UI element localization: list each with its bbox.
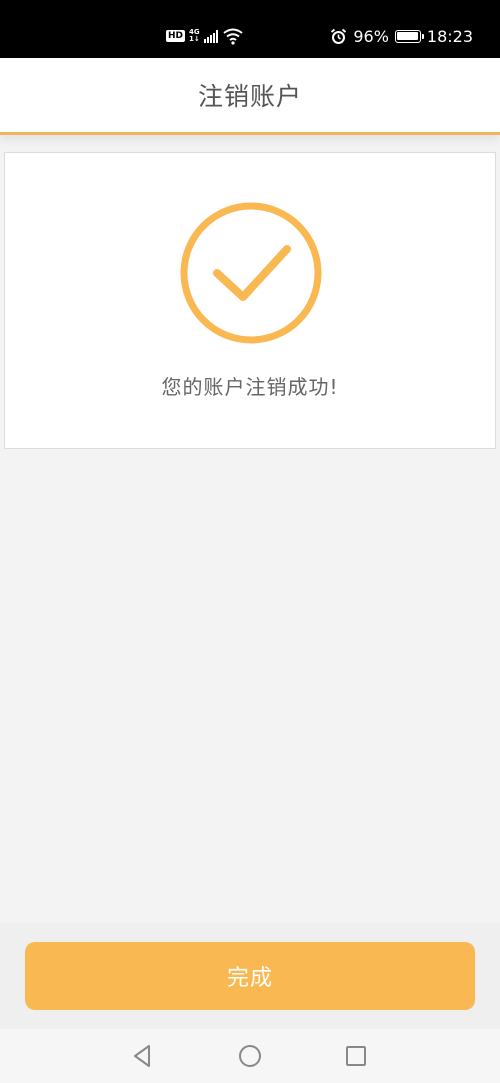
screen: HD 4G 1↓ 96% 18:23 注销账户 您的账户注销成功! 完成 <box>0 0 500 1083</box>
result-card: 您的账户注销成功! <box>4 152 496 449</box>
battery-percent: 96% <box>353 26 389 46</box>
back-icon[interactable] <box>131 1044 155 1068</box>
status-bar: HD 4G 1↓ 96% 18:23 <box>0 0 500 58</box>
recent-apps-icon[interactable] <box>344 1044 368 1068</box>
battery-fill <box>397 32 418 40</box>
signal-strength-icon <box>203 29 218 43</box>
done-button[interactable]: 完成 <box>25 942 475 1010</box>
hd-icon: HD <box>166 30 186 42</box>
page-header: 注销账户 <box>0 58 500 135</box>
status-bar-right: 96% 18:23 <box>330 26 473 46</box>
battery-icon <box>394 29 424 43</box>
wifi-icon <box>223 28 243 45</box>
navigation-bar <box>0 1029 500 1083</box>
status-time: 18:23 <box>426 26 473 46</box>
network-activity-label: 1↓ <box>189 35 200 43</box>
success-message: 您的账户注销成功! <box>161 375 339 399</box>
page-title: 注销账户 <box>197 82 302 111</box>
home-icon[interactable] <box>238 1044 262 1068</box>
footer: 完成 <box>0 923 500 1029</box>
alarm-icon <box>331 28 347 44</box>
network-type-icon: 4G 1↓ <box>189 29 200 43</box>
status-bar-left: HD 4G 1↓ <box>166 26 244 46</box>
checkmark-circle-icon <box>179 201 323 345</box>
